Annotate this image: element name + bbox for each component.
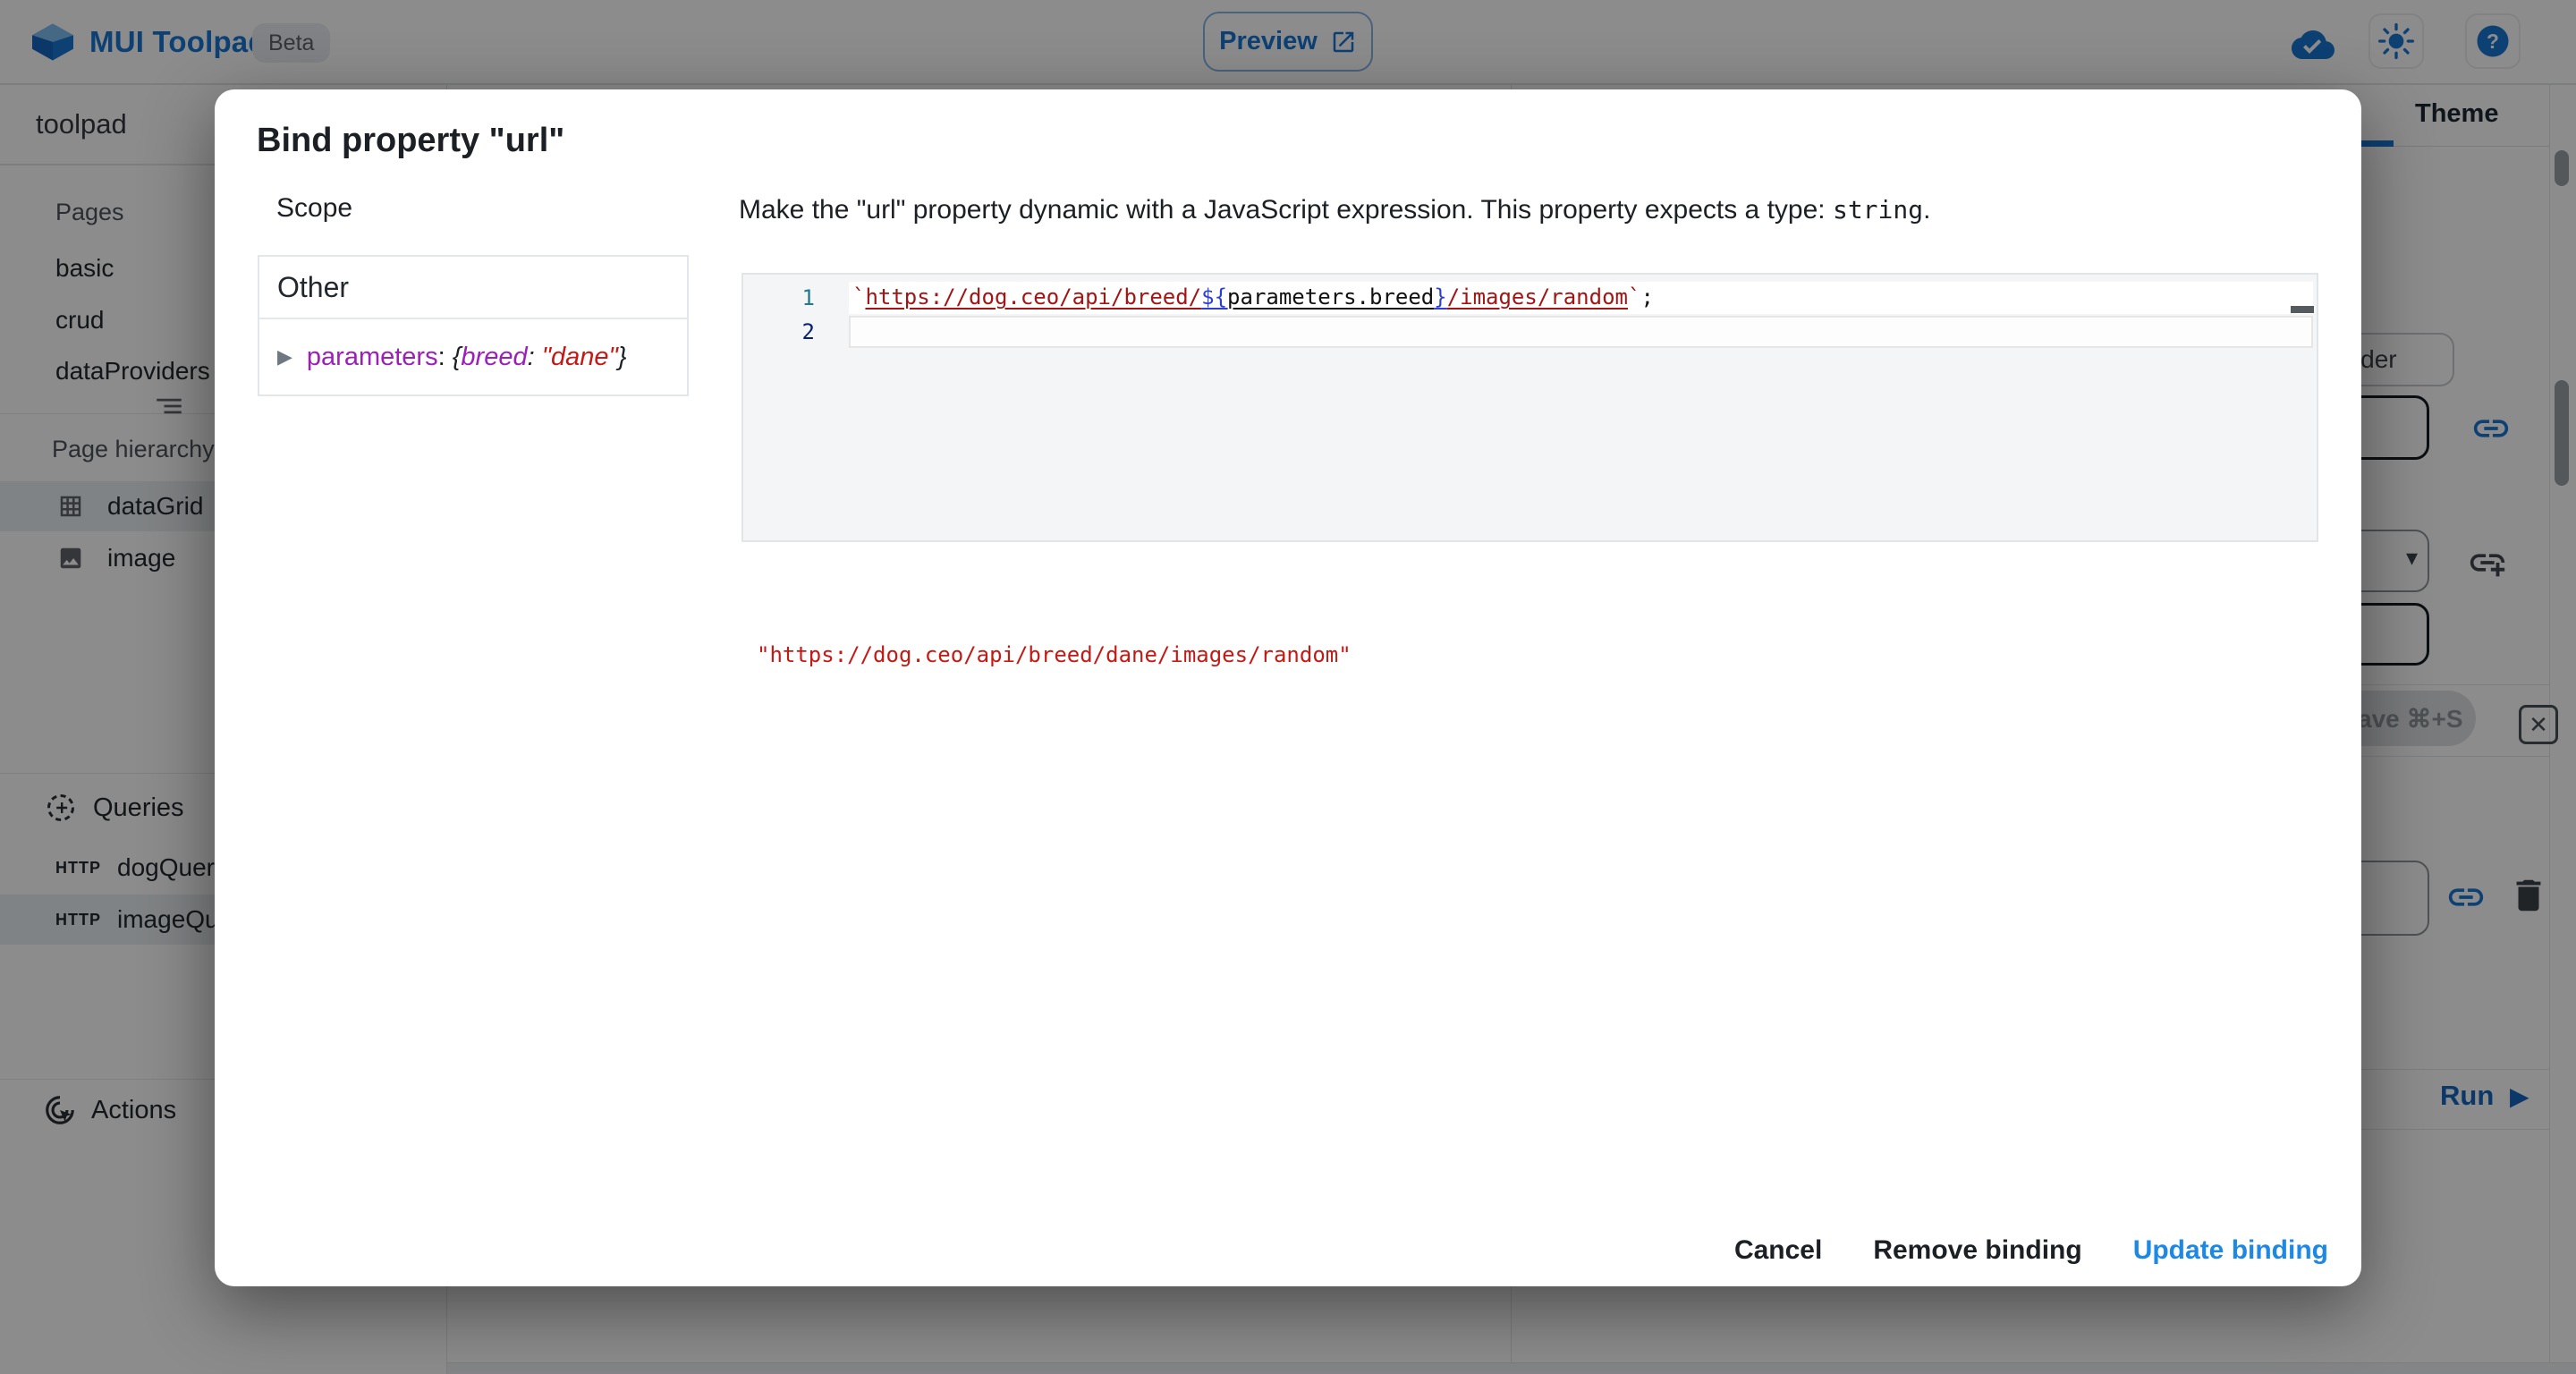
cancel-button[interactable]: Cancel bbox=[1734, 1235, 1822, 1266]
code-line-row: `https://dog.ceo/api/breed/${parameters.… bbox=[849, 282, 2313, 314]
scope-param-parameters[interactable]: ▶ parameters: {breed: "dane"} bbox=[259, 319, 687, 394]
current-line-highlight bbox=[849, 316, 2313, 348]
dialog-actions: Cancel Remove binding Update binding bbox=[1734, 1235, 2328, 1266]
code-line-content: `https://dog.ceo/api/breed/${parameters.… bbox=[852, 282, 1654, 312]
expected-type: string bbox=[1833, 195, 1923, 225]
scope-label: Scope bbox=[276, 193, 352, 224]
overview-ruler-mark bbox=[2291, 306, 2314, 313]
evaluated-result: "https://dog.ceo/api/breed/dane/images/r… bbox=[757, 642, 1352, 667]
bind-property-dialog: Bind property "url" Scope Other ▶ parame… bbox=[215, 89, 2361, 1286]
expand-arrow-icon: ▶ bbox=[277, 345, 292, 369]
remove-binding-button[interactable]: Remove binding bbox=[1873, 1235, 2081, 1266]
scope-tree: Other ▶ parameters: {breed: "dane"} bbox=[258, 255, 689, 396]
update-binding-button[interactable]: Update binding bbox=[2133, 1235, 2328, 1266]
line-number: 1 bbox=[743, 282, 815, 314]
binding-description: Make the "url" property dynamic with a J… bbox=[739, 195, 1930, 225]
dialog-title: Bind property "url" bbox=[257, 122, 564, 160]
scope-group-other: Other bbox=[259, 257, 687, 319]
code-editor[interactable]: 1 2 `https://dog.ceo/api/breed/${paramet… bbox=[741, 273, 2318, 542]
line-number: 2 bbox=[743, 316, 815, 348]
